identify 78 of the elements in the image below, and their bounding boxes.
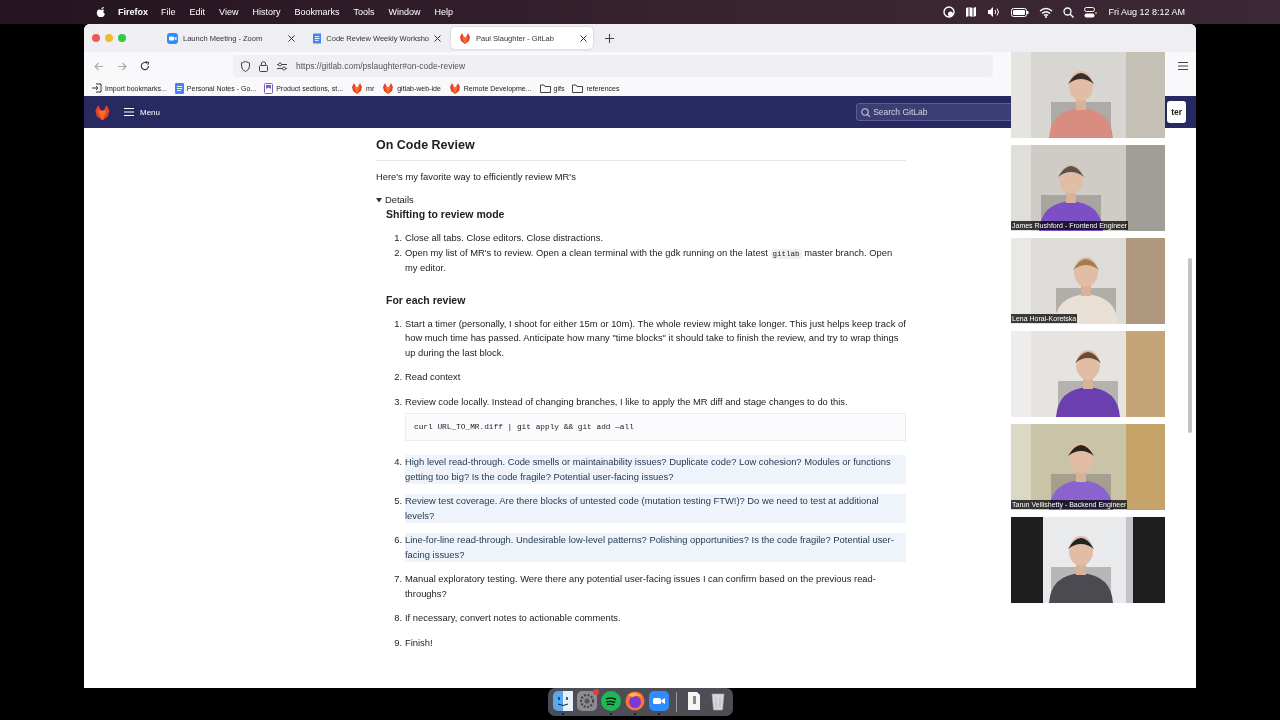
fox-logo-icon — [382, 82, 395, 94]
list-item-text: High level read-through. Code smells or maintainability issues? Duplicate code? Low cohesion? Modules or functions getting too big? Is the code fragile? Potential user-facing issues? — [405, 455, 906, 484]
menu-button[interactable]: Menu — [124, 107, 160, 117]
list-item-text: Close all tabs. Close editors. Close distractions. — [405, 231, 604, 245]
subheading: For each review — [386, 292, 467, 307]
sliders-icon[interactable] — [277, 61, 287, 71]
list-item-text: Manual exploratory testing. Were there any potential user-facing issues I can confirm based on the previous read-throughs? — [405, 572, 877, 601]
list-number: 5. — [394, 494, 402, 508]
list-item-text: Line-for-line read-through. Undesirable low-level patterns? Polishing opportunities? Is the code fragile? Potential user-facing issues? — [405, 533, 906, 562]
list-number: 1. — [394, 231, 402, 245]
touch-icon[interactable] — [943, 6, 956, 18]
menu-item[interactable]: Bookmarks — [294, 7, 340, 17]
list-item-text: If necessary, convert notes to actionable comments. — [405, 611, 622, 625]
shield-icon[interactable] — [241, 60, 250, 72]
close-icon[interactable] — [580, 34, 587, 42]
list-number: 2. — [394, 370, 402, 384]
menu-item[interactable]: Window — [388, 7, 421, 17]
details-toggle[interactable]: Details — [376, 192, 906, 207]
list-item-text: Review test coverage. Are there blocks of untested code (mutation testing FTW!)? Do we need to test at additional levels? — [405, 494, 906, 523]
section-heading: On Code Review — [376, 137, 906, 161]
video-camera-icon — [167, 32, 178, 44]
menu-item[interactable]: History — [252, 7, 281, 17]
fox-logo-icon — [351, 82, 364, 94]
volume-icon[interactable] — [987, 6, 1002, 18]
app-menu[interactable]: Firefox — [118, 7, 148, 17]
fox-logo-icon[interactable] — [94, 104, 110, 120]
list-number: 3. — [394, 394, 402, 409]
menu-item[interactable]: Edit — [189, 7, 206, 17]
list-number: 9. — [394, 635, 402, 650]
folder-icon — [572, 83, 584, 93]
battery-icon[interactable] — [1011, 7, 1030, 17]
list-number: 7. — [394, 572, 402, 586]
subheading: Shifting to review mode — [386, 207, 506, 221]
face-icon[interactable] — [552, 691, 573, 711]
fox-globe-icon[interactable] — [624, 691, 645, 711]
video-camera-icon[interactable] — [648, 691, 669, 711]
wifi-icon[interactable] — [1039, 6, 1054, 18]
clock: Fri Aug 12 8:12 AM — [1108, 7, 1185, 17]
scrollbar-thumb[interactable] — [1188, 258, 1192, 433]
menu-icon — [124, 108, 134, 116]
header-button[interactable]: ter — [1167, 101, 1186, 123]
close-dot[interactable] — [92, 34, 100, 42]
fox-logo-icon — [459, 32, 471, 44]
sound-waves-icon[interactable] — [600, 691, 621, 711]
list-number: 8. — [394, 611, 402, 625]
lock-icon — [259, 60, 268, 72]
search-field[interactable]: Search GitLab — [856, 103, 1013, 121]
minimize-dot[interactable] — [105, 34, 113, 42]
menu-icon[interactable] — [1178, 62, 1188, 70]
list-item-text: Start a timer (personally, I shoot for either 15m or 10m). The whole review might take longer. This just helps keep track of how much time has passed. Anticipate how many "time blocks" it should take to finish the review, and try to wrap things up during the last block. — [405, 316, 906, 360]
close-icon[interactable] — [434, 34, 441, 42]
close-icon[interactable] — [288, 34, 295, 42]
map-icon[interactable] — [965, 6, 978, 18]
menu-item[interactable]: File — [161, 7, 176, 17]
search-icon — [861, 107, 871, 117]
list-number: 1. — [394, 316, 402, 331]
caret-icon — [376, 196, 382, 203]
search-icon[interactable] — [1063, 6, 1075, 18]
document-icon — [313, 32, 322, 44]
list-number: 6. — [394, 533, 402, 547]
list-number: 2. — [394, 245, 402, 260]
menu-item[interactable]: Tools — [353, 7, 375, 17]
folder-icon — [539, 83, 551, 93]
zoom-dot[interactable] — [118, 34, 126, 42]
apple-logo-icon[interactable] — [96, 6, 106, 18]
list-item-text: Review code locally. Instead of changing branches, I like to apply the MR diff and stage changes to do this. — [405, 394, 849, 409]
list-item-text: Finish! — [405, 635, 434, 650]
intro-text: Here's my favorite way to efficiently review MR's — [376, 170, 577, 184]
menu-item[interactable]: View — [219, 7, 239, 17]
import-icon — [92, 83, 102, 93]
address-bar[interactable]: https://gitlab.com/pslaughter#on-code-review — [233, 55, 993, 77]
list-item-text: Read context — [405, 370, 462, 384]
fox-logo-icon — [448, 82, 461, 94]
menu-item[interactable]: Help — [434, 7, 453, 17]
reload-icon[interactable] — [140, 61, 150, 71]
list-number: 4. — [394, 455, 402, 469]
control-center-icon[interactable] — [1084, 6, 1098, 18]
plus-icon[interactable] — [605, 33, 614, 43]
